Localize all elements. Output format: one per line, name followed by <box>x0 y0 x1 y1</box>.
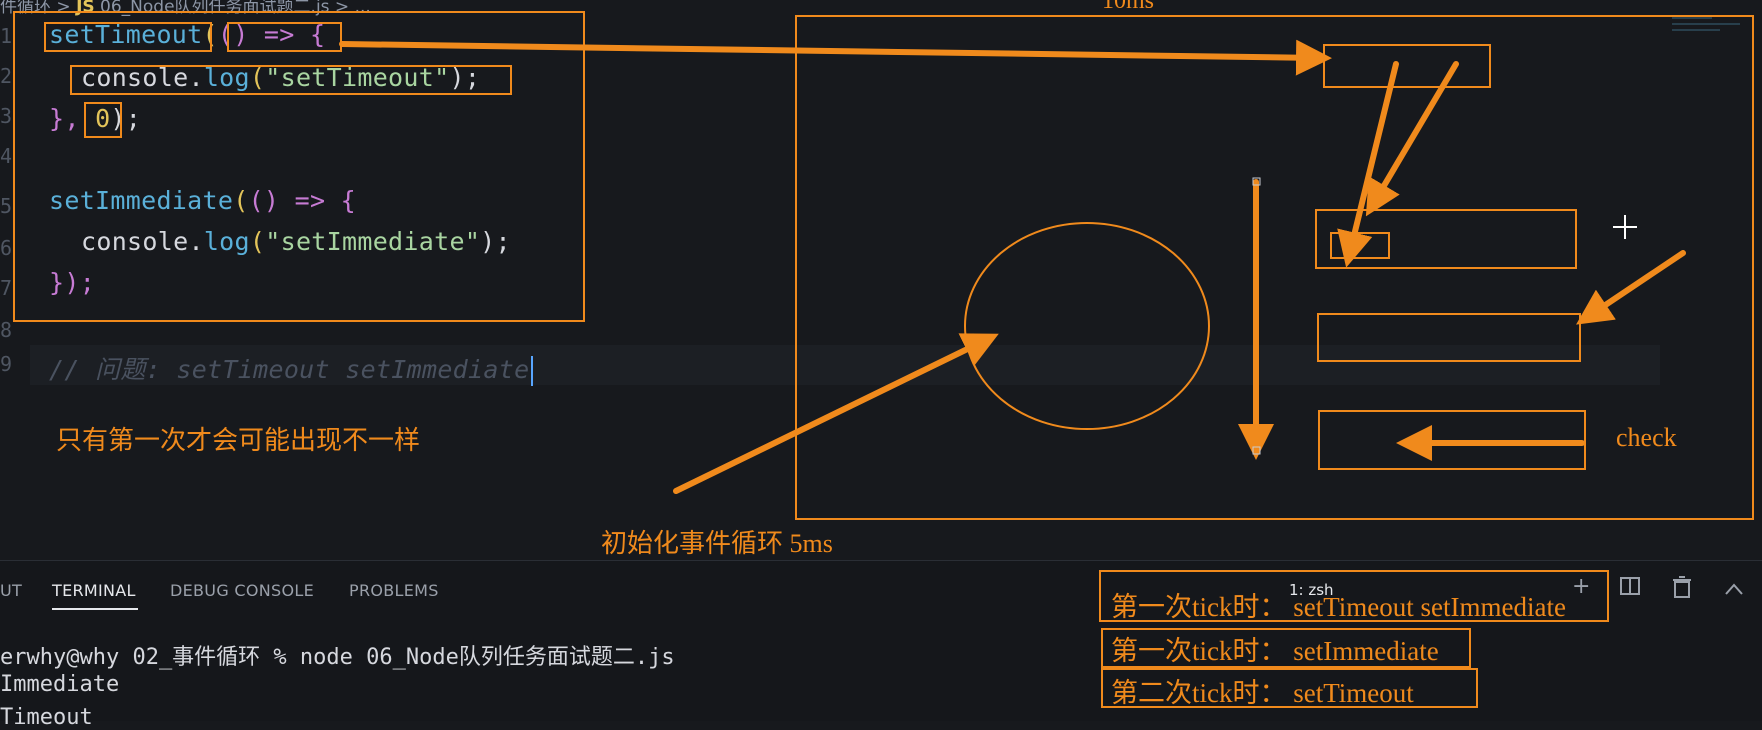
tick-1-label: 第一次tick时： setTimeout setImmediate <box>1111 592 1566 622</box>
tab-terminal[interactable]: TERMINAL <box>52 581 136 600</box>
arrow-to-poll <box>1576 250 1686 325</box>
event-loop-circle <box>964 222 1210 430</box>
arrow-timer-to-queue-2 <box>1365 61 1459 217</box>
arrow-init-to-loop <box>673 333 999 494</box>
tick-2-label: 第一次tick时： setImmediate <box>1111 636 1439 666</box>
minimap <box>1672 17 1740 31</box>
arrow-settimeout-to-timer <box>339 39 1332 76</box>
terminal-output-line: Timeout <box>0 705 93 730</box>
chevron-up-icon[interactable] <box>1724 578 1744 603</box>
terminal-output-line: Immediate <box>0 672 120 697</box>
tab-output[interactable]: UT <box>0 581 22 600</box>
terminal-command-line: erwhy@why 02_事件循环 % node 06_Node队列任务面试题二… <box>0 645 675 670</box>
tab-debug-console[interactable]: DEBUG CONSOLE <box>170 581 314 600</box>
tick-3-label: 第二次tick时： setTimeout <box>1111 678 1414 708</box>
trash-icon[interactable] <box>1672 576 1692 604</box>
arrow-timer-to-queue <box>1337 61 1399 268</box>
split-terminal-icon[interactable] <box>1620 576 1640 602</box>
tab-problems[interactable]: PROBLEMS <box>349 581 439 600</box>
crosshair-cursor-icon <box>1613 215 1637 239</box>
active-tab-indicator <box>52 608 138 610</box>
